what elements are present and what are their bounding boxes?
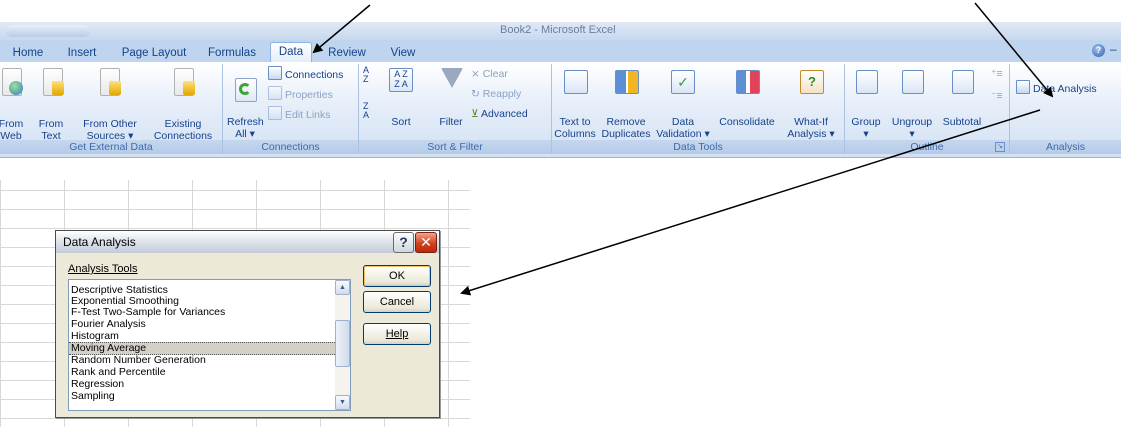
show-detail-icon[interactable]: ⁺≡	[991, 66, 1003, 82]
list-item[interactable]: Random Number Generation	[69, 355, 335, 366]
text-to-columns-icon	[564, 70, 588, 94]
advanced-filter-button[interactable]: ⊻ Advanced	[471, 106, 528, 122]
tab-page-layout[interactable]: Page Layout	[117, 44, 191, 62]
remove-duplicates-label: Remove Duplicates	[601, 116, 651, 140]
remove-duplicates-icon	[615, 70, 639, 94]
group-label-connections: Connections	[223, 140, 358, 154]
connections-file-icon	[174, 68, 195, 96]
group-label: Group ▾	[851, 116, 881, 140]
group-label-data-tools: Data Tools	[552, 140, 844, 154]
refresh-all-label: Refresh All ▾	[227, 116, 264, 140]
tab-review[interactable]: Review	[323, 44, 371, 62]
text-file-icon	[43, 68, 64, 96]
data-validation-label: Data Validation ▾	[656, 116, 710, 140]
database-icon	[100, 68, 121, 96]
dialog-title-bar[interactable]: Data Analysis ? ✕	[56, 231, 439, 253]
sort-a-z-button[interactable]: AZ	[363, 65, 370, 84]
group-sort-filter: AZ ZA A ZZ A Sort Filter ⨯ Clear ↻ Reapp…	[359, 64, 552, 154]
dialog-title: Data Analysis	[63, 235, 136, 249]
tab-data[interactable]: Data	[270, 42, 312, 63]
refresh-icon	[235, 78, 257, 102]
what-if-analysis-label: What-If Analysis ▾	[787, 116, 835, 140]
group-outline: Group ▾ Ungroup ▾ Subtotal ⁺≡ ⁻≡ Outline ↘	[845, 64, 1010, 154]
sort-dialog-icon: A ZZ A	[389, 68, 413, 92]
tab-formulas[interactable]: Formulas	[203, 44, 261, 62]
clear-icon: ⨯	[471, 68, 483, 80]
scroll-up-icon[interactable]: ▲	[335, 280, 350, 295]
group-get-external-data: From Web From Text From Other Sources ▾ Exi…	[0, 64, 223, 154]
group-label-outline: Outline	[845, 140, 1009, 154]
help-button[interactable]: Help	[363, 323, 431, 345]
from-web-label: From Web	[0, 118, 24, 142]
connections-icon	[268, 66, 282, 80]
sort-a-z-icon: AZ	[363, 65, 370, 84]
listbox-scrollbar[interactable]: ▲ ▼	[335, 280, 350, 410]
reapply-icon: ↻	[471, 88, 483, 100]
list-item[interactable]: Fourier Analysis	[69, 319, 335, 330]
title-bar: Book2 - Microsoft Excel	[0, 22, 1121, 40]
hide-detail-icon[interactable]: ⁻≡	[991, 88, 1003, 104]
quick-access-toolbar[interactable]	[6, 25, 90, 37]
connections-button[interactable]: Connections	[268, 66, 343, 82]
subtotal-label: Subtotal	[942, 116, 982, 128]
tab-insert[interactable]: Insert	[62, 44, 102, 62]
ribbon-tab-bar: Home Insert Page Layout Formulas Data Re…	[0, 40, 1121, 63]
tab-home[interactable]: Home	[8, 44, 48, 62]
window-title: Book2 - Microsoft Excel	[500, 24, 616, 36]
data-validation-icon: ✓	[671, 70, 695, 94]
sort-z-a-button[interactable]: ZA	[363, 101, 370, 120]
minimize-ribbon-icon[interactable]: –	[1110, 42, 1117, 56]
analysis-tools-listbox[interactable]: Descriptive Statistics Exponential Smoot…	[68, 279, 351, 411]
existing-connections-label: Existing Connections	[153, 118, 213, 142]
list-item[interactable]: Rank and Percentile	[69, 367, 335, 378]
sort-label: Sort	[391, 116, 411, 128]
group-label-analysis: Analysis	[1010, 140, 1121, 154]
text-to-columns-label: Text to Columns	[554, 116, 596, 140]
ungroup-label: Ungroup ▾	[891, 116, 933, 140]
group-data-tools: Text to Columns Remove Duplicates ✓ Data Va…	[552, 64, 845, 154]
dialog-launcher-icon[interactable]: ↘	[995, 142, 1005, 152]
edit-links-icon	[268, 106, 282, 120]
clear-filter-button[interactable]: ⨯ Clear	[471, 66, 508, 82]
reapply-button[interactable]: ↻ Reapply	[471, 86, 521, 102]
group-label-get-external-data: Get External Data	[0, 140, 222, 154]
filter-label: Filter	[439, 116, 463, 128]
data-analysis-icon	[1016, 80, 1030, 94]
ok-button[interactable]: OK	[363, 265, 431, 287]
consolidate-label: Consolidate	[719, 116, 775, 128]
properties-button[interactable]: Properties	[268, 86, 333, 102]
web-globe-icon	[2, 68, 23, 96]
scroll-down-icon[interactable]: ▼	[335, 395, 350, 410]
list-item[interactable]: Regression	[69, 379, 335, 390]
subtotal-icon	[952, 70, 974, 94]
data-analysis-button[interactable]: Data Analysis	[1016, 80, 1097, 96]
from-text-label: From Text	[38, 118, 64, 142]
scroll-thumb[interactable]	[335, 320, 350, 367]
ribbon: From Web From Text From Other Sources ▾ Exi…	[0, 62, 1121, 158]
properties-icon	[268, 86, 282, 100]
group-connections: Refresh All ▾ Connections Properties Edit…	[223, 64, 359, 154]
list-item[interactable]: F-Test Two-Sample for Variances	[69, 307, 335, 318]
data-analysis-dialog: Data Analysis ? ✕ Analysis Tools Descrip…	[55, 230, 440, 418]
filter-funnel-icon	[441, 68, 463, 88]
consolidate-icon	[736, 70, 760, 94]
what-if-icon: ?	[800, 70, 824, 94]
group-label-sort-filter: Sort & Filter	[359, 140, 551, 154]
group-icon	[856, 70, 878, 94]
edit-links-button[interactable]: Edit Links	[268, 106, 331, 122]
tab-view[interactable]: View	[384, 44, 422, 62]
ungroup-icon	[902, 70, 924, 94]
list-item[interactable]: Sampling	[69, 391, 335, 402]
group-analysis: Data Analysis Analysis	[1010, 64, 1121, 154]
sort-z-a-icon: ZA	[363, 101, 370, 120]
dialog-help-button[interactable]: ?	[393, 232, 414, 253]
help-icon[interactable]: ?	[1092, 44, 1105, 57]
cancel-button[interactable]: Cancel	[363, 291, 431, 313]
advanced-filter-icon: ⊻	[471, 108, 482, 120]
analysis-tools-label: Analysis Tools	[68, 263, 138, 275]
dialog-close-button[interactable]: ✕	[415, 232, 437, 253]
list-item[interactable]: Histogram	[69, 331, 335, 342]
from-other-sources-label: From Other Sources ▾	[83, 118, 137, 142]
